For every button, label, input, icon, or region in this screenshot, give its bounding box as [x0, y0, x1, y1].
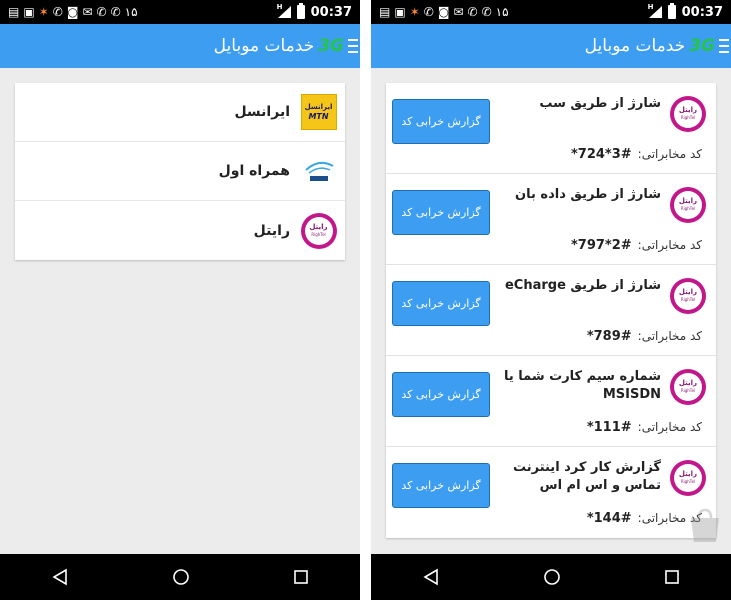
operator-item-rightel[interactable]: رایتل رایتل RighTel	[15, 201, 345, 260]
whatsapp-icon: ✆	[110, 5, 121, 19]
report-code-button[interactable]: گزارش خرابی کد	[392, 372, 490, 417]
ussd-code: *111#	[586, 420, 632, 435]
status-notifications: ▤ ▣ ✶ ✆ ◙ ✉ ✆ ✆ ۱۵	[371, 5, 509, 19]
whatsapp-icon: ✆	[423, 5, 434, 19]
service-item[interactable]: رایتل RighTel شارژ از طریق سب *724*3# کد …	[386, 83, 716, 174]
code-label: کد مخابراتی:	[637, 420, 702, 434]
service-title: شماره سیم کارت شما یا MSISDN	[503, 369, 661, 402]
operator-item-irancell[interactable]: ایرانسل ایرانسل MTN	[15, 83, 345, 142]
report-code-button[interactable]: گزارش خرابی کد	[392, 463, 490, 508]
rightel-logo-icon: رایتل RighTel	[670, 187, 706, 223]
service-code: *724*3# کد مخابراتی:	[571, 147, 702, 162]
notification-count: ۱۵	[124, 5, 138, 19]
operator-list: ایرانسل ایرانسل MTN همراه اول رایتل رایت…	[15, 83, 345, 260]
service-item[interactable]: رایتل RighTel شارژ از طریق eCharge *789# …	[386, 265, 716, 356]
status-notifications: ▤ ▣ ✶ ✆ ◙ ✉ ✆ ✆ ۱۵	[0, 5, 138, 19]
service-code: *797*2# کد مخابراتی:	[571, 238, 702, 253]
home-icon[interactable]	[543, 568, 561, 586]
rightel-logo-icon: رایتل RighTel	[670, 369, 706, 405]
app-bar: خدمات موبایل 3G	[0, 24, 360, 68]
service-title: شارژ از طریق سب	[539, 96, 661, 111]
status-system: H 00:37	[277, 3, 360, 20]
ussd-code: *797*2#	[570, 238, 632, 253]
app-logo-3g: 3G	[318, 36, 344, 56]
navigation-bar	[371, 554, 731, 600]
back-icon[interactable]	[51, 568, 69, 586]
app-logo-3g: 3G	[689, 36, 715, 56]
mci-logo-icon	[300, 153, 337, 190]
whatsapp-icon: ✆	[52, 5, 63, 19]
rightel-logo-icon: رایتل RighTel	[670, 96, 706, 132]
status-bar: ▤ ▣ ✶ ✆ ◙ ✉ ✆ ✆ ۱۵ H 00:37	[0, 0, 360, 24]
operator-name: همراه اول	[218, 163, 290, 179]
ussd-code: *144#	[586, 511, 632, 526]
service-title: گزارش کار کرد اینترنت تماس و اس ام اس	[512, 460, 661, 493]
service-list: رایتل RighTel شارژ از طریق سب *724*3# کد …	[386, 83, 716, 538]
report-code-button[interactable]: گزارش خرابی کد	[392, 190, 490, 235]
irancell-logo-icon: ایرانسل MTN	[300, 94, 337, 131]
notification-count: ۱۵	[495, 5, 509, 19]
whatsapp-icon: ✆	[481, 5, 492, 19]
status-bar: ▤ ▣ ✶ ✆ ◙ ✉ ✆ ✆ ۱۵ H 00:37	[371, 0, 731, 24]
navigation-bar	[0, 554, 360, 600]
code-label: کد مخابراتی:	[637, 329, 702, 343]
home-icon[interactable]	[172, 568, 190, 586]
report-code-button[interactable]: گزارش خرابی کد	[392, 281, 490, 326]
recent-apps-icon[interactable]	[293, 569, 309, 585]
gmail-icon: ✉	[453, 5, 464, 19]
rightel-logo-icon: رایتل RighTel	[670, 460, 706, 496]
ussd-code: *724*3#	[570, 147, 632, 162]
screenshot-root: ▤ ▣ ✶ ✆ ◙ ✉ ✆ ✆ ۱۵ H 00:37 خدمات موبایل …	[0, 0, 731, 600]
image-icon: ▣	[23, 5, 35, 19]
code-label: کد مخابراتی:	[637, 147, 702, 161]
service-code: *111# کد مخابراتی:	[587, 420, 702, 435]
instagram-icon: ◙	[437, 5, 450, 19]
back-icon[interactable]	[422, 568, 440, 586]
signal-icon: H	[277, 3, 291, 19]
service-title: شارژ از طریق eCharge	[504, 278, 661, 293]
service-item[interactable]: رایتل RighTel گزارش کار کرد اینترنت تماس …	[386, 447, 716, 538]
rightel-logo-icon: رایتل RighTel	[670, 278, 706, 314]
app-title: خدمات موبایل	[584, 36, 686, 56]
service-title: شارژ از طریق داده بان	[515, 187, 661, 202]
code-label: کد مخابراتی:	[637, 238, 702, 252]
report-code-button[interactable]: گزارش خرابی کد	[392, 99, 490, 144]
operator-name: ایرانسل	[234, 104, 290, 120]
recent-apps-icon[interactable]	[664, 569, 680, 585]
menu-icon[interactable]	[719, 39, 729, 53]
battery-icon	[296, 3, 305, 19]
operator-name: رایتل	[253, 222, 290, 239]
service-item[interactable]: رایتل RighTel شارژ از طریق داده بان *797*…	[386, 174, 716, 265]
menu-icon[interactable]	[348, 39, 358, 53]
battery-icon	[667, 3, 676, 19]
ussd-code: *789#	[586, 329, 632, 344]
notes-icon: ▤	[379, 5, 391, 19]
phone-screen-services: ▤ ▣ ✶ ✆ ◙ ✉ ✆ ✆ ۱۵ H 00:37 خدمات موبایل …	[371, 0, 731, 600]
app-bar: خدمات موبایل 3G	[371, 24, 731, 68]
gmail-icon: ✉	[82, 5, 93, 19]
rightel-logo-icon: رایتل RighTel	[300, 212, 337, 249]
clock: 00:37	[681, 4, 723, 20]
service-code: *789# کد مخابراتی:	[587, 329, 702, 344]
image-icon: ▣	[394, 5, 406, 19]
app-notification-icon: ✶	[38, 5, 49, 19]
instagram-icon: ◙	[66, 5, 79, 19]
signal-icon: H	[648, 3, 662, 19]
whatsapp-icon: ✆	[96, 5, 107, 19]
notes-icon: ▤	[8, 5, 20, 19]
phone-screen-operators: ▤ ▣ ✶ ✆ ◙ ✉ ✆ ✆ ۱۵ H 00:37 خدمات موبایل …	[0, 0, 360, 600]
operator-item-mci[interactable]: همراه اول	[15, 142, 345, 201]
app-notification-icon: ✶	[409, 5, 420, 19]
service-item[interactable]: رایتل RighTel شماره سیم کارت شما یا MSISD…	[386, 356, 716, 447]
app-title: خدمات موبایل	[213, 36, 315, 56]
status-system: H 00:37	[648, 3, 731, 20]
whatsapp-icon: ✆	[467, 5, 478, 19]
clock: 00:37	[310, 4, 352, 20]
store-watermark-icon	[691, 508, 719, 542]
